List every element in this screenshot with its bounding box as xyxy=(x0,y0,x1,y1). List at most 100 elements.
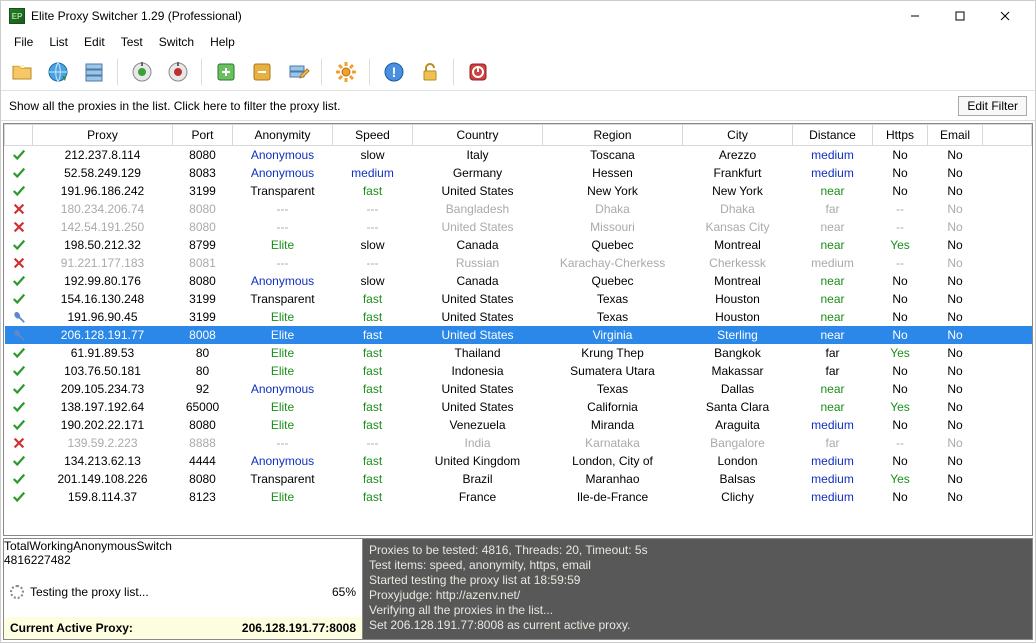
maximize-button[interactable] xyxy=(937,2,982,30)
open-file-icon[interactable] xyxy=(7,57,37,87)
col-anonymity[interactable]: Anonymity xyxy=(233,125,333,146)
col-distance[interactable]: Distance xyxy=(793,125,873,146)
country-cell: India xyxy=(413,434,543,452)
minimize-button[interactable] xyxy=(892,2,937,30)
menubar: FileListEditTestSwitchHelp xyxy=(1,31,1035,53)
port-cell: 92 xyxy=(173,380,233,398)
col-status[interactable] xyxy=(5,125,33,146)
table-row[interactable]: 198.50.212.328799EliteslowCanadaQuebecMo… xyxy=(5,236,1032,254)
settings-icon[interactable] xyxy=(331,57,361,87)
menu-help[interactable]: Help xyxy=(203,33,242,51)
info-icon[interactable]: ! xyxy=(379,57,409,87)
port-cell: 8888 xyxy=(173,434,233,452)
pad-cell xyxy=(983,308,1032,326)
table-row[interactable]: 201.149.108.2268080TransparentfastBrazil… xyxy=(5,470,1032,488)
col-proxy[interactable]: Proxy xyxy=(33,125,173,146)
table-row[interactable]: 159.8.114.378123ElitefastFranceIle-de-Fr… xyxy=(5,488,1032,506)
col-speed[interactable]: Speed xyxy=(333,125,413,146)
table-row[interactable]: 139.59.2.2238888------IndiaKarnatakaBang… xyxy=(5,434,1032,452)
table-row[interactable]: 134.213.62.134444AnonymousfastUnited Kin… xyxy=(5,452,1032,470)
table-row[interactable]: 180.234.206.748080------BangladeshDhakaD… xyxy=(5,200,1032,218)
col-country[interactable]: Country xyxy=(413,125,543,146)
proxy-cell: 191.96.186.242 xyxy=(33,182,173,200)
add-icon[interactable] xyxy=(211,57,241,87)
table-row[interactable]: 91.221.177.1838081------RussianKarachay-… xyxy=(5,254,1032,272)
country-cell: Brazil xyxy=(413,470,543,488)
city-cell: Montreal xyxy=(683,272,793,290)
proxy-cell: 139.59.2.223 xyxy=(33,434,173,452)
test-start-icon[interactable] xyxy=(127,57,157,87)
table-row[interactable]: 103.76.50.18180ElitefastIndonesiaSumater… xyxy=(5,362,1032,380)
table-row[interactable]: 52.58.249.1298083AnonymousmediumGermanyH… xyxy=(5,164,1032,182)
table-row[interactable]: 190.202.22.1718080ElitefastVenezuelaMira… xyxy=(5,416,1032,434)
col-https[interactable]: Https xyxy=(873,125,928,146)
proxy-cell: 52.58.249.129 xyxy=(33,164,173,182)
menu-switch[interactable]: Switch xyxy=(152,33,201,51)
table-row[interactable]: 138.197.192.6465000ElitefastUnited State… xyxy=(5,398,1032,416)
col-region[interactable]: Region xyxy=(543,125,683,146)
country-cell: United States xyxy=(413,326,543,344)
proxy-cell: 134.213.62.13 xyxy=(33,452,173,470)
server-list-icon[interactable] xyxy=(79,57,109,87)
log-line: Started testing the proxy list at 18:59:… xyxy=(369,573,1026,588)
table-row[interactable]: 209.105.234.7392AnonymousfastUnited Stat… xyxy=(5,380,1032,398)
dist-cell: medium xyxy=(793,416,873,434)
progress-percent: 65% xyxy=(332,585,356,599)
proxy-table-wrap[interactable]: ProxyPortAnonymitySpeedCountryRegionCity… xyxy=(3,123,1033,536)
test-stop-icon[interactable] xyxy=(163,57,193,87)
https-cell: -- xyxy=(873,200,928,218)
col-status[interactable] xyxy=(983,125,1032,146)
remove-icon[interactable] xyxy=(247,57,277,87)
port-cell: 8080 xyxy=(173,146,233,164)
pad-cell xyxy=(983,182,1032,200)
country-cell: United States xyxy=(413,308,543,326)
menu-list[interactable]: List xyxy=(42,33,75,51)
col-email[interactable]: Email xyxy=(928,125,983,146)
table-row[interactable]: 212.237.8.1148080AnonymousslowItalyTosca… xyxy=(5,146,1032,164)
server-edit-icon[interactable] xyxy=(283,57,313,87)
dist-cell: near xyxy=(793,290,873,308)
anon-cell: Elite xyxy=(233,308,333,326)
https-cell: No xyxy=(873,272,928,290)
country-cell: Canada xyxy=(413,272,543,290)
table-row[interactable]: 191.96.90.453199ElitefastUnited StatesTe… xyxy=(5,308,1032,326)
globe-refresh-icon[interactable] xyxy=(43,57,73,87)
col-city[interactable]: City xyxy=(683,125,793,146)
table-row[interactable]: 192.99.80.1768080AnonymousslowCanadaQueb… xyxy=(5,272,1032,290)
status-cell xyxy=(5,218,33,236)
col-port[interactable]: Port xyxy=(173,125,233,146)
filter-text[interactable]: Show all the proxies in the list. Click … xyxy=(9,99,950,113)
unlock-icon[interactable] xyxy=(415,57,445,87)
status-cell xyxy=(5,380,33,398)
menu-test[interactable]: Test xyxy=(114,33,150,51)
edit-filter-button[interactable]: Edit Filter xyxy=(958,96,1027,116)
anon-cell: Anonymous xyxy=(233,452,333,470)
table-row[interactable]: 154.16.130.2483199TransparentfastUnited … xyxy=(5,290,1032,308)
dist-cell: far xyxy=(793,362,873,380)
proxy-cell: 180.234.206.74 xyxy=(33,200,173,218)
power-icon[interactable] xyxy=(463,57,493,87)
dist-cell: near xyxy=(793,272,873,290)
table-row[interactable]: 61.91.89.5380ElitefastThailandKrung Thep… xyxy=(5,344,1032,362)
country-cell: Bangladesh xyxy=(413,200,543,218)
email-cell: No xyxy=(928,308,983,326)
status-cell xyxy=(5,470,33,488)
dist-cell: near xyxy=(793,308,873,326)
city-cell: Araguita xyxy=(683,416,793,434)
table-row[interactable]: 142.54.191.2508080------United StatesMis… xyxy=(5,218,1032,236)
table-row[interactable]: 206.128.191.778008ElitefastUnited States… xyxy=(5,326,1032,344)
pad-cell xyxy=(983,290,1032,308)
menu-file[interactable]: File xyxy=(7,33,40,51)
proxy-cell: 103.76.50.181 xyxy=(33,362,173,380)
proxy-cell: 91.221.177.183 xyxy=(33,254,173,272)
close-button[interactable] xyxy=(982,2,1027,30)
status-cell xyxy=(5,452,33,470)
table-row[interactable]: 191.96.186.2423199TransparentfastUnited … xyxy=(5,182,1032,200)
anon-cell: --- xyxy=(233,434,333,452)
region-cell: Texas xyxy=(543,308,683,326)
log-panel[interactable]: Proxies to be tested: 4816, Threads: 20,… xyxy=(363,539,1033,640)
email-cell: No xyxy=(928,290,983,308)
dist-cell: medium xyxy=(793,254,873,272)
menu-edit[interactable]: Edit xyxy=(77,33,112,51)
status-cell xyxy=(5,362,33,380)
